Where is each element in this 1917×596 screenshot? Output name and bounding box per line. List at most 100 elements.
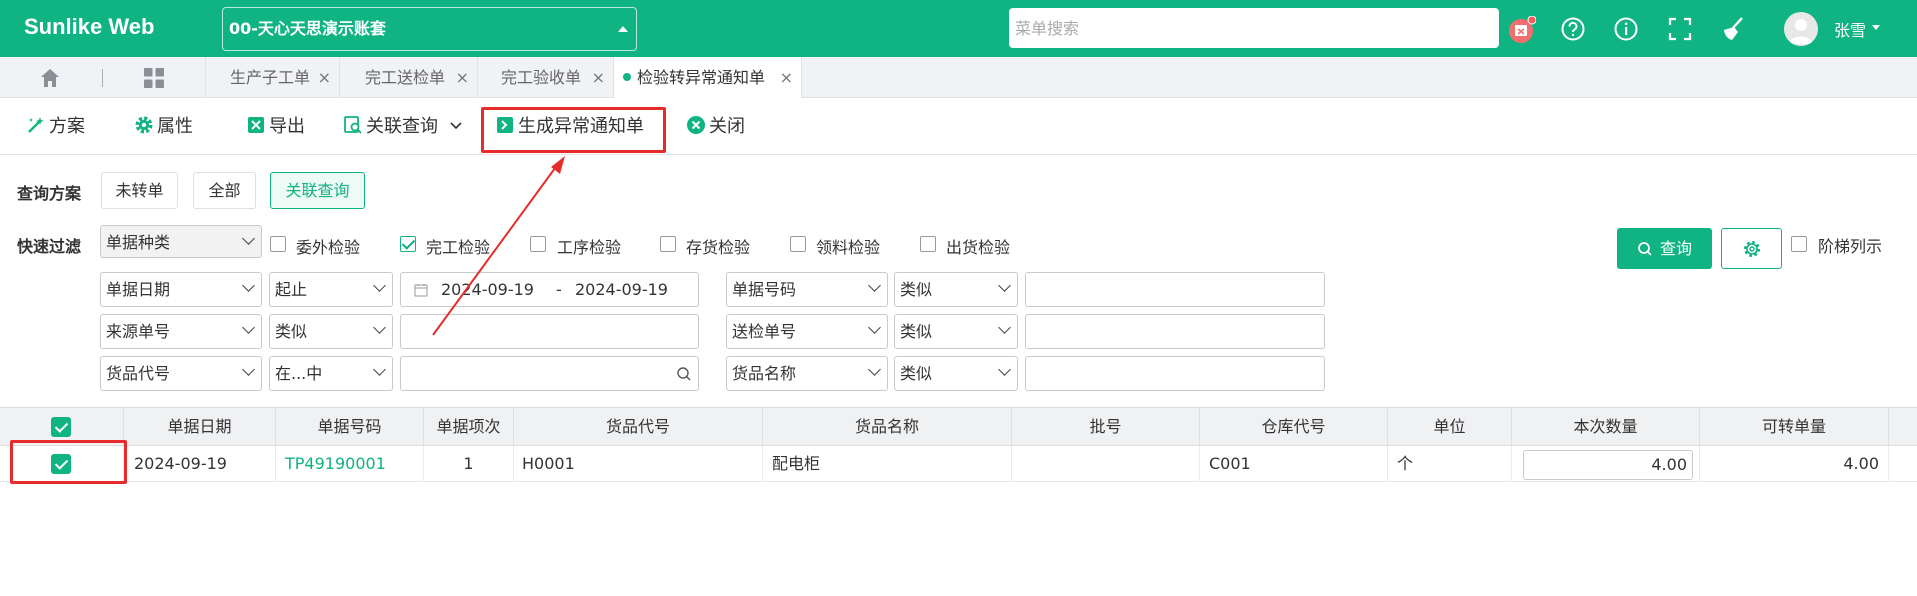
date-to: 2024-09-19 <box>575 280 668 299</box>
check-shipment[interactable] <box>920 236 936 252</box>
op-value: 类似 <box>275 322 308 341</box>
chevron-down-icon <box>242 363 255 376</box>
date-separator: - <box>556 280 562 299</box>
filter-op-select[interactable]: 类似 <box>269 314 393 349</box>
check-completion[interactable] <box>400 236 416 252</box>
search-icon <box>1638 242 1652 256</box>
filter-op-select[interactable]: 在...中 <box>269 356 393 391</box>
tab-inspection-to-exception[interactable]: 检验转异常通知单 × <box>614 57 802 98</box>
scheme-untransferred[interactable]: 未转单 <box>101 172 178 209</box>
qty-input[interactable]: 4.00 <box>1523 450 1693 480</box>
home-tab[interactable] <box>0 57 101 98</box>
cell-batch <box>1012 446 1200 482</box>
calendar-icon <box>414 284 428 297</box>
account-selector[interactable]: 00-天心天思演示账套 <box>222 7 637 51</box>
filter-field-select[interactable]: 单据日期 <box>100 272 262 307</box>
filter-field2-select[interactable]: 货品名称 <box>726 356 888 391</box>
scheme-all[interactable]: 全部 <box>193 172 256 209</box>
tab-inspection-send[interactable]: 完工送检单 × <box>355 57 478 98</box>
select-all-checkbox[interactable] <box>51 417 71 437</box>
tab-label: 完工送检单 <box>365 68 446 87</box>
filter-op2-select[interactable]: 类似 <box>894 272 1018 307</box>
avatar[interactable] <box>1784 12 1818 46</box>
search-icon[interactable] <box>676 366 692 382</box>
query-settings-button[interactable] <box>1721 228 1782 269</box>
apps-tab[interactable] <box>103 57 206 98</box>
menu-search-input[interactable] <box>1009 8 1499 48</box>
scheme-button[interactable]: 方案 <box>26 115 85 139</box>
tab-production-order[interactable]: 生产子工单 × <box>220 57 340 98</box>
col-header[interactable]: 仓库代号 <box>1200 408 1388 446</box>
source-number-input[interactable] <box>400 314 699 349</box>
filter-field-select[interactable]: 货品代号 <box>100 356 262 391</box>
tab-acceptance[interactable]: 完工验收单 × <box>491 57 614 98</box>
col-header[interactable]: 单位 <box>1388 408 1512 446</box>
col-header[interactable]: 批号 <box>1012 408 1200 446</box>
item-name-input[interactable] <box>1025 356 1325 391</box>
col-header[interactable]: 本次数量 <box>1512 408 1700 446</box>
query-button[interactable]: 查询 <box>1617 228 1712 269</box>
close-icon[interactable]: × <box>318 57 331 98</box>
chevron-down-icon <box>868 363 881 376</box>
export-label: 导出 <box>269 116 305 137</box>
close-icon[interactable]: × <box>592 57 605 98</box>
fullscreen-icon[interactable] <box>1667 16 1693 42</box>
grid-header: 单据日期 单据号码 单据项次 货品代号 货品名称 批号 仓库代号 单位 本次数量… <box>0 408 1917 446</box>
doc-type-select[interactable]: 单据种类 <box>100 225 262 258</box>
clean-icon[interactable] <box>1720 16 1746 42</box>
col-header[interactable]: 单据项次 <box>424 408 514 446</box>
chevron-down-icon <box>373 363 386 376</box>
filter-field2-select[interactable]: 单据号码 <box>726 272 888 307</box>
info-icon[interactable] <box>1613 16 1639 42</box>
chevron-down-icon <box>242 232 255 245</box>
check-outsource[interactable] <box>270 236 286 252</box>
top-bar: Sunlike Web 00-天心天思演示账套 张雪 <box>0 0 1917 57</box>
properties-button[interactable]: 属性 <box>134 115 193 139</box>
doc-number-input[interactable] <box>1025 272 1325 307</box>
op-value: 类似 <box>900 364 933 383</box>
help-icon[interactable] <box>1560 16 1586 42</box>
filter-op2-select[interactable]: 类似 <box>894 314 1018 349</box>
item-code-input[interactable] <box>400 356 699 391</box>
check-inventory[interactable] <box>660 236 676 252</box>
col-header[interactable]: 可转单量 <box>1700 408 1889 446</box>
active-dot <box>623 72 631 81</box>
filter-field2-select[interactable]: 送检单号 <box>726 314 888 349</box>
scheme-related-query[interactable]: 关联查询 <box>270 172 365 209</box>
table-row[interactable]: 2024-09-19 TP49190001 1 H0001 配电柜 C001 个… <box>0 446 1917 482</box>
app-logo: Sunlike Web <box>24 14 155 39</box>
close-icon[interactable]: × <box>456 57 469 98</box>
chevron-down-icon <box>242 321 255 334</box>
user-name[interactable]: 张雪 <box>1834 17 1866 41</box>
gear-icon <box>1744 241 1760 257</box>
check-material[interactable] <box>790 236 806 252</box>
date-range-input[interactable]: 2024-09-19 - 2024-09-19 <box>400 272 699 307</box>
col-header[interactable]: 货品名称 <box>763 408 1012 446</box>
check-process[interactable] <box>530 236 546 252</box>
export-button[interactable]: 导出 <box>246 115 305 139</box>
col-header[interactable]: 货品代号 <box>514 408 763 446</box>
close-button[interactable]: 关闭 <box>686 115 745 139</box>
check-label: 领料检验 <box>816 238 881 257</box>
cell-warehouse: C001 <box>1200 446 1388 482</box>
cell-doc-number-link[interactable]: TP49190001 <box>276 446 424 482</box>
filter-op2-select[interactable]: 类似 <box>894 356 1018 391</box>
calendar-icon[interactable] <box>1508 15 1537 43</box>
chevron-down-icon <box>868 279 881 292</box>
col-header[interactable]: 单据日期 <box>124 408 276 446</box>
check-ladder[interactable] <box>1791 236 1807 252</box>
inspection-number-input[interactable] <box>1025 314 1325 349</box>
field-value: 货品名称 <box>732 364 797 383</box>
related-query-button[interactable]: 关联查询 <box>343 115 466 139</box>
close-icon[interactable]: × <box>780 57 793 98</box>
chevron-down-icon <box>998 321 1011 334</box>
field-value: 货品代号 <box>106 364 171 383</box>
cell-date: 2024-09-19 <box>124 446 276 482</box>
filter-field-select[interactable]: 来源单号 <box>100 314 262 349</box>
field-value: 单据日期 <box>106 280 171 299</box>
chevron-down-icon <box>998 363 1011 376</box>
data-grid: 单据日期 单据号码 单据项次 货品代号 货品名称 批号 仓库代号 单位 本次数量… <box>0 407 1917 596</box>
chevron-down-icon[interactable] <box>1872 25 1880 30</box>
col-header[interactable]: 单据号码 <box>276 408 424 446</box>
filter-op-select[interactable]: 起止 <box>269 272 393 307</box>
